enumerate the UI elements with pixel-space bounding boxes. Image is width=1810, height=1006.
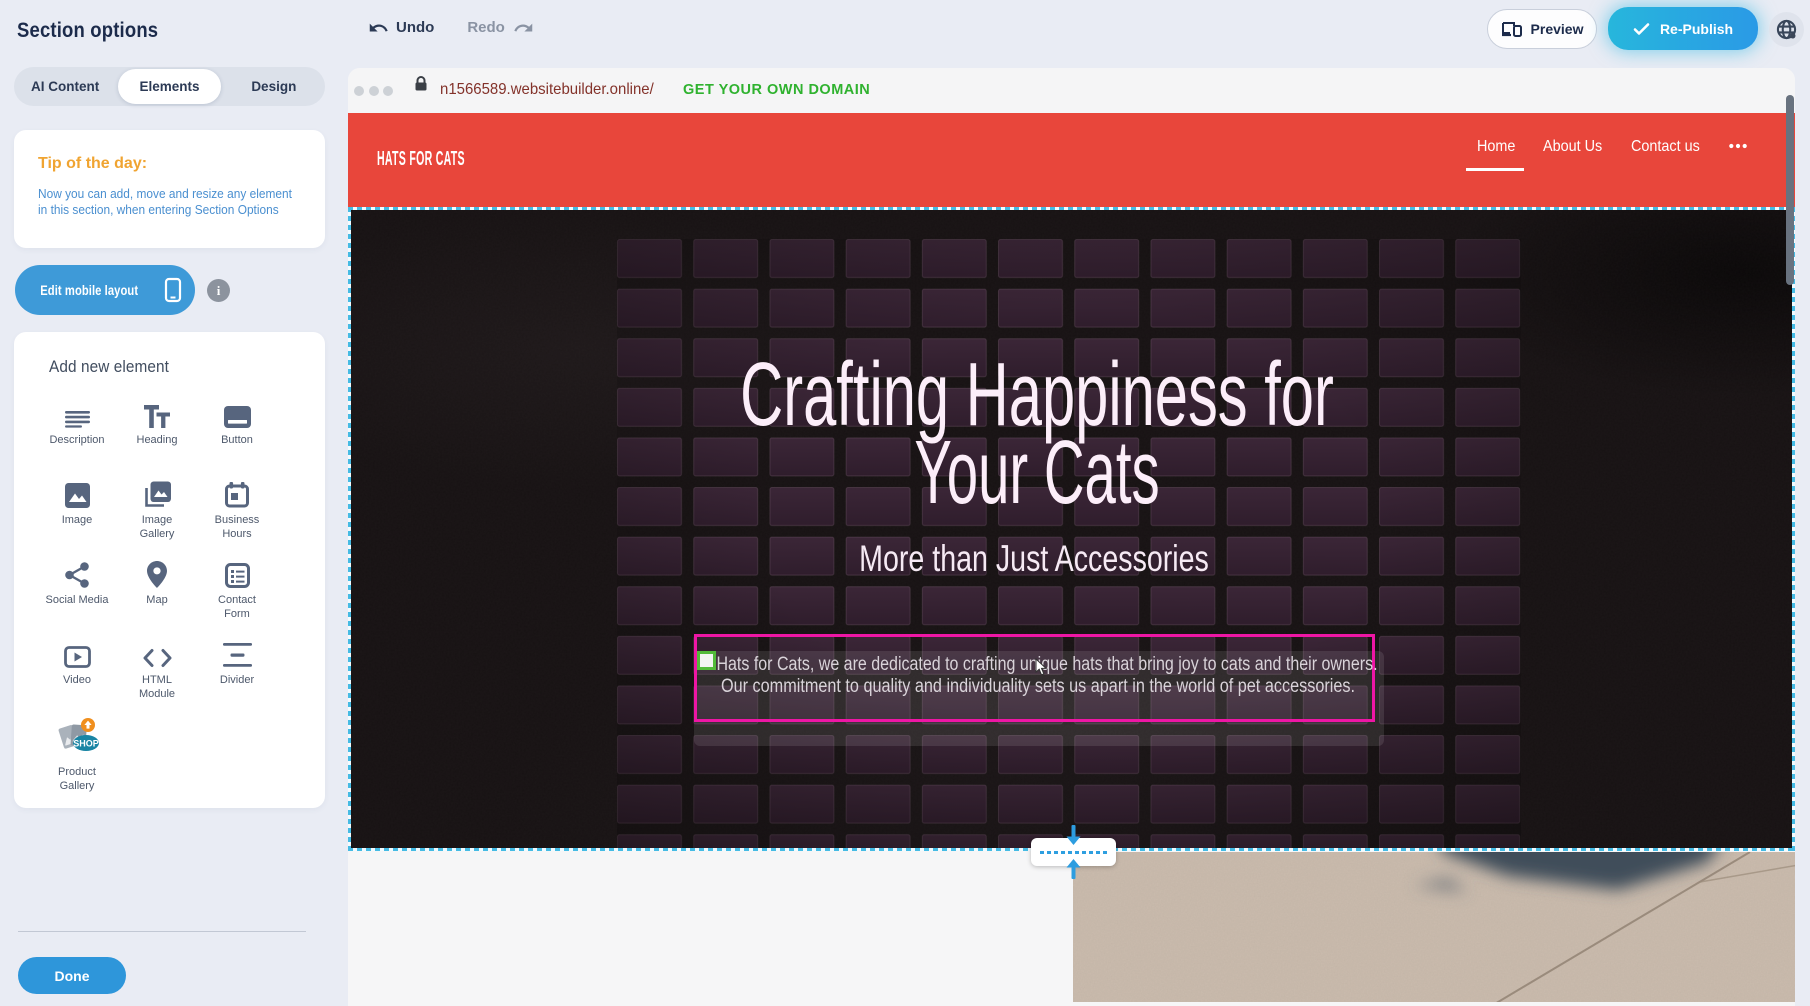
svg-text:SHOP: SHOP [73,739,99,749]
